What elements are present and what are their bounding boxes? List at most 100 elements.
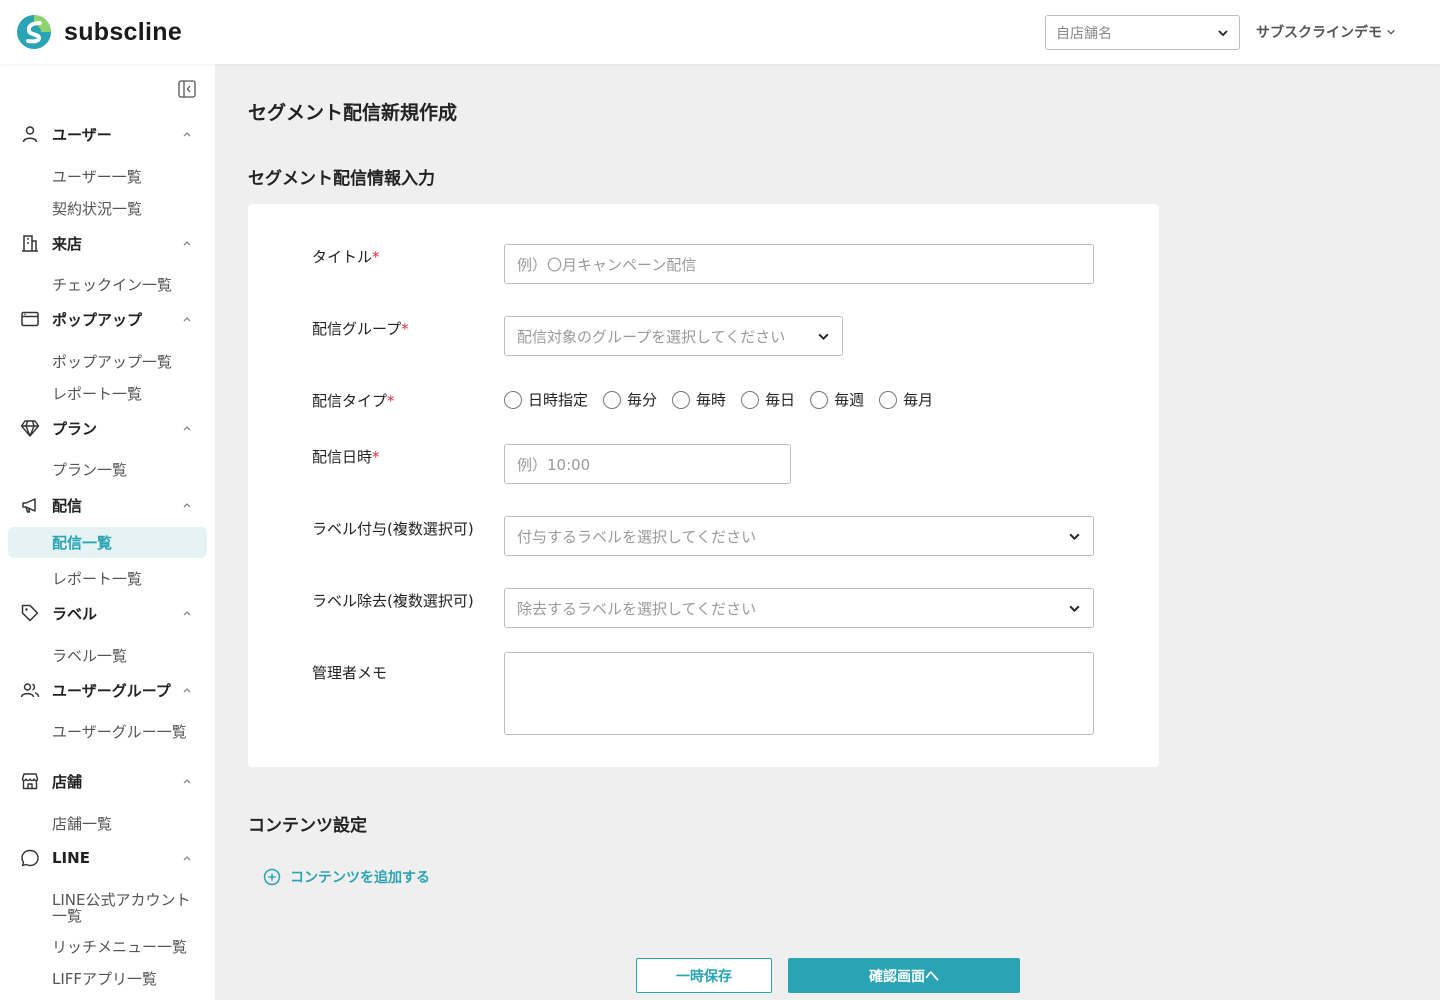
sidebar-item-plan-list[interactable]: プラン一覧: [8, 458, 207, 482]
chevron-up-icon: [183, 688, 191, 693]
sidebar-group-label: 配信: [52, 496, 83, 515]
label-remove-label: ラベル除去(複数選択可): [312, 592, 474, 610]
sidebar-item-label-list[interactable]: ラベル一覧: [8, 644, 207, 668]
group-select[interactable]: 配信対象のグループを選択してください: [504, 316, 843, 356]
megaphone-icon: [22, 498, 36, 513]
main-content: セグメント配信新規作成 セグメント配信情報入力 タイトル* 例）〇月キャンペーン…: [215, 64, 1440, 1000]
temp-save-button[interactable]: 一時保存: [636, 958, 772, 993]
radio-every-month[interactable]: 毎月: [879, 389, 933, 410]
memo-textarea[interactable]: [504, 652, 1094, 735]
title-label: タイトル*: [312, 248, 380, 266]
sidebar-item-delivery-list[interactable]: 配信一覧: [8, 527, 207, 558]
store-select-placeholder: 自店舗名: [1056, 25, 1112, 42]
sidebar-group-label-mgmt[interactable]: ラベル: [20, 600, 200, 626]
sidebar-item-rich-menu-list[interactable]: リッチメニュー一覧: [8, 935, 207, 959]
sidebar-group-label: LINE: [52, 849, 90, 867]
datetime-input-placeholder: 例）10:00: [517, 455, 591, 474]
chevron-down-icon: [1218, 29, 1228, 36]
memo-label: 管理者メモ: [312, 664, 388, 682]
sidebar-item-checkin-list[interactable]: チェックイン一覧: [8, 273, 207, 297]
type-label: 配信タイプ*: [312, 392, 395, 410]
sidebar-group-delivery[interactable]: 配信: [20, 492, 200, 518]
sidebar-item-user-list[interactable]: ユーザー一覧: [8, 165, 207, 189]
sidebar-group-user[interactable]: ユーザー: [20, 121, 200, 147]
label-add-select[interactable]: 付与するラベルを選択してください: [504, 516, 1094, 556]
required-mark: *: [372, 248, 380, 266]
sidebar-collapse-icon[interactable]: [178, 80, 196, 98]
title-input[interactable]: 例）〇月キャンペーン配信: [504, 244, 1094, 284]
logo-text: subscline: [64, 17, 183, 46]
store-select[interactable]: 自店舗名: [1045, 15, 1240, 50]
sidebar-group-label: ユーザーグループ: [52, 681, 171, 700]
sidebar-group-popup[interactable]: ポップアップ: [20, 306, 200, 332]
label-remove-select[interactable]: 除去するラベルを選択してください: [504, 588, 1094, 628]
plus-circle-icon: [263, 868, 281, 886]
chevron-up-icon: [183, 426, 191, 431]
person-icon: [22, 126, 38, 143]
group-select-placeholder: 配信対象のグループを選択してください: [517, 327, 786, 346]
sidebar-group-label: 店舗: [52, 772, 83, 791]
sidebar: ユーザー ユーザー一覧 契約状況一覧 来店 チェックイン一覧 ポップアップ ポッ…: [0, 64, 215, 1000]
chevron-up-icon: [183, 779, 191, 784]
chevron-up-icon: [183, 132, 191, 137]
label-remove-placeholder: 除去するラベルを選択してください: [517, 599, 757, 618]
account-menu[interactable]: サブスクラインデモ: [1256, 22, 1396, 42]
sidebar-group-visit[interactable]: 来店: [20, 230, 200, 256]
building-icon: [22, 235, 38, 252]
radio-circle: [504, 390, 522, 409]
sidebar-item-store-list[interactable]: 店舗一覧: [8, 812, 207, 836]
store-icon: [21, 773, 39, 790]
sidebar-group-label: ポップアップ: [52, 310, 143, 329]
sidebar-group-store[interactable]: 店舗: [20, 768, 200, 794]
add-content-label: コンテンツを追加する: [290, 870, 430, 886]
diamond-icon: [20, 420, 40, 437]
app-logo[interactable]: subscline: [16, 14, 182, 50]
chevron-up-icon: [183, 317, 191, 322]
sidebar-item-contract-status[interactable]: 契約状況一覧: [8, 197, 207, 221]
content-section-title: コンテンツ設定: [248, 816, 367, 836]
chevron-up-icon: [183, 241, 191, 246]
form-card: タイトル* 例）〇月キャンペーン配信 配信グループ* 配信対象のグループを選択し…: [248, 204, 1159, 767]
radio-every-week[interactable]: 毎週: [810, 389, 864, 410]
title-input-placeholder: 例）〇月キャンペーン配信: [517, 255, 697, 274]
radio-circle: [879, 390, 898, 409]
chat-bubble-icon: [21, 849, 39, 867]
sidebar-group-line[interactable]: LINE: [20, 845, 200, 871]
users-icon: [20, 683, 40, 698]
sidebar-group-label: ラベル: [52, 604, 98, 623]
page-title: セグメント配信新規作成: [248, 102, 458, 124]
sidebar-item-delivery-report[interactable]: レポート一覧: [8, 567, 207, 591]
account-name: サブスクラインデモ: [1256, 25, 1382, 41]
chevron-up-icon: [183, 856, 191, 861]
radio-specified-datetime[interactable]: 日時指定: [504, 389, 588, 410]
sidebar-group-label: プラン: [52, 419, 98, 438]
datetime-input[interactable]: 例）10:00: [504, 444, 791, 484]
radio-every-hour[interactable]: 毎時: [672, 389, 726, 410]
add-content-button[interactable]: コンテンツを追加する: [263, 867, 430, 887]
sidebar-group-label: 来店: [52, 234, 83, 253]
sidebar-item-popup-report[interactable]: レポート一覧: [8, 382, 207, 406]
tag-icon: [21, 604, 39, 622]
sidebar-group-label: ユーザー: [52, 125, 112, 144]
label-add-placeholder: 付与するラベルを選択してください: [517, 527, 757, 546]
confirm-button[interactable]: 確認画面へ: [788, 958, 1020, 993]
chevron-up-icon: [183, 611, 191, 616]
sidebar-item-popup-list[interactable]: ポップアップ一覧: [8, 350, 207, 374]
required-mark: *: [401, 320, 409, 338]
required-mark: *: [372, 448, 380, 466]
radio-circle: [741, 390, 760, 409]
window-icon: [21, 311, 39, 327]
radio-every-day[interactable]: 毎日: [741, 389, 795, 410]
group-label: 配信グループ*: [312, 320, 409, 338]
sidebar-item-user-group-list[interactable]: ユーザーグルー一覧: [8, 720, 200, 744]
radio-every-minute[interactable]: 毎分: [603, 389, 657, 410]
logo-mark-icon: [17, 15, 51, 49]
datetime-label: 配信日時*: [312, 448, 380, 466]
sidebar-group-user-group[interactable]: ユーザーグループ: [20, 677, 200, 703]
sidebar-item-line-account-list[interactable]: LINE公式アカウント一覧: [8, 888, 200, 928]
chevron-up-icon: [183, 503, 191, 508]
label-add-label: ラベル付与(複数選択可): [312, 520, 474, 538]
sidebar-item-liff-app-list[interactable]: LIFFアプリ一覧: [8, 967, 207, 991]
info-section-title: セグメント配信情報入力: [248, 169, 435, 189]
sidebar-group-plan[interactable]: プラン: [20, 415, 200, 441]
